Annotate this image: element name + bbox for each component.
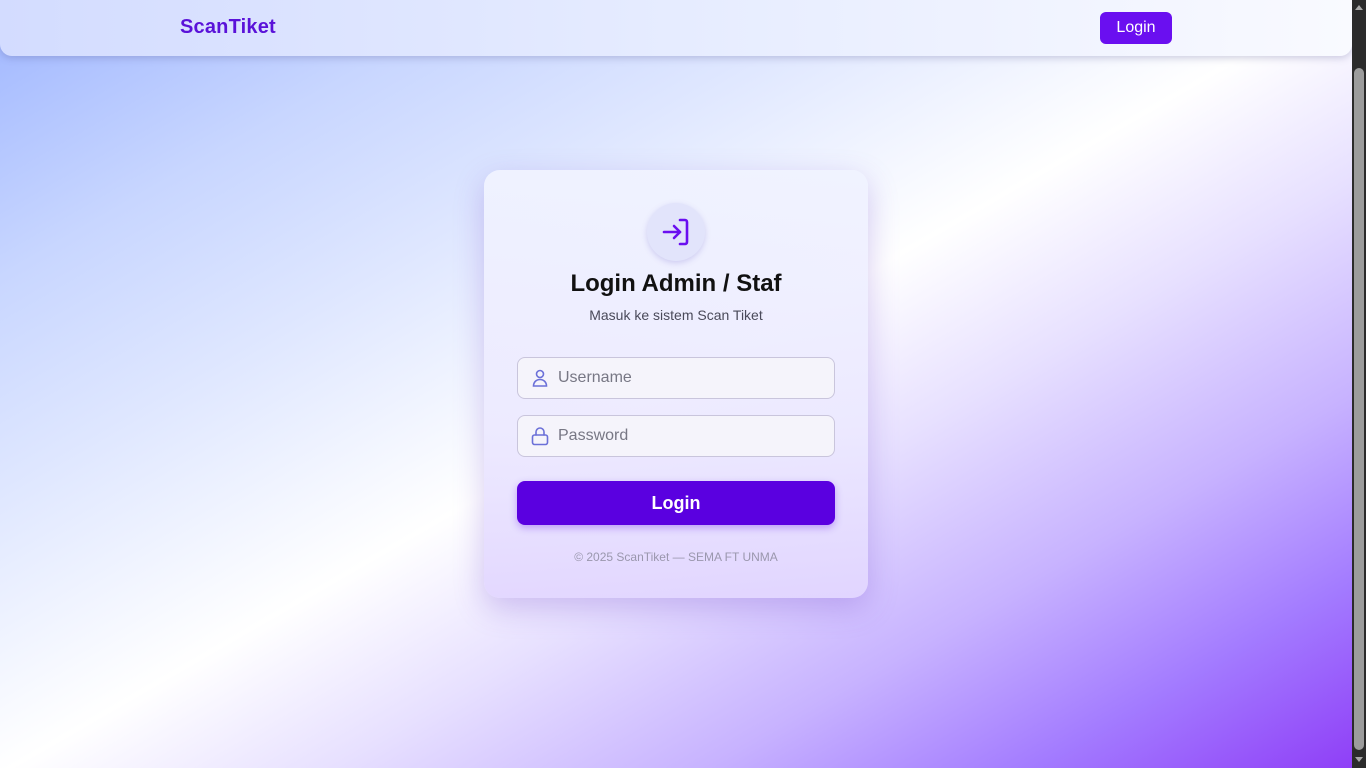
user-icon [532,369,548,387]
password-input[interactable] [558,416,826,456]
scroll-down-arrow-icon[interactable] [1355,757,1363,762]
username-field[interactable] [517,357,835,399]
footer-copyright: © 2025 ScanTiket — SEMA FT UNMA [574,550,778,564]
brand-logo[interactable]: ScanTiket [180,16,276,39]
login-arrow-icon [662,218,689,246]
page-background: ScanTiket Login Login Admin / Staf Masuk… [0,0,1352,768]
scroll-up-arrow-icon[interactable] [1355,5,1363,10]
scrollbar-thumb[interactable] [1354,68,1364,750]
login-submit-button[interactable]: Login [517,481,835,525]
username-input[interactable] [558,358,826,398]
nav-login-button[interactable]: Login [1100,12,1172,44]
page-title: Login Admin / Staf [570,270,782,297]
login-icon-badge [647,203,705,261]
vertical-scrollbar[interactable] [1352,0,1366,768]
lock-icon [531,427,549,446]
login-card: Login Admin / Staf Masuk ke sistem Scan … [484,170,868,598]
navbar: ScanTiket Login [0,0,1352,56]
page-subtitle: Masuk ke sistem Scan Tiket [589,307,763,323]
password-field[interactable] [517,415,835,457]
